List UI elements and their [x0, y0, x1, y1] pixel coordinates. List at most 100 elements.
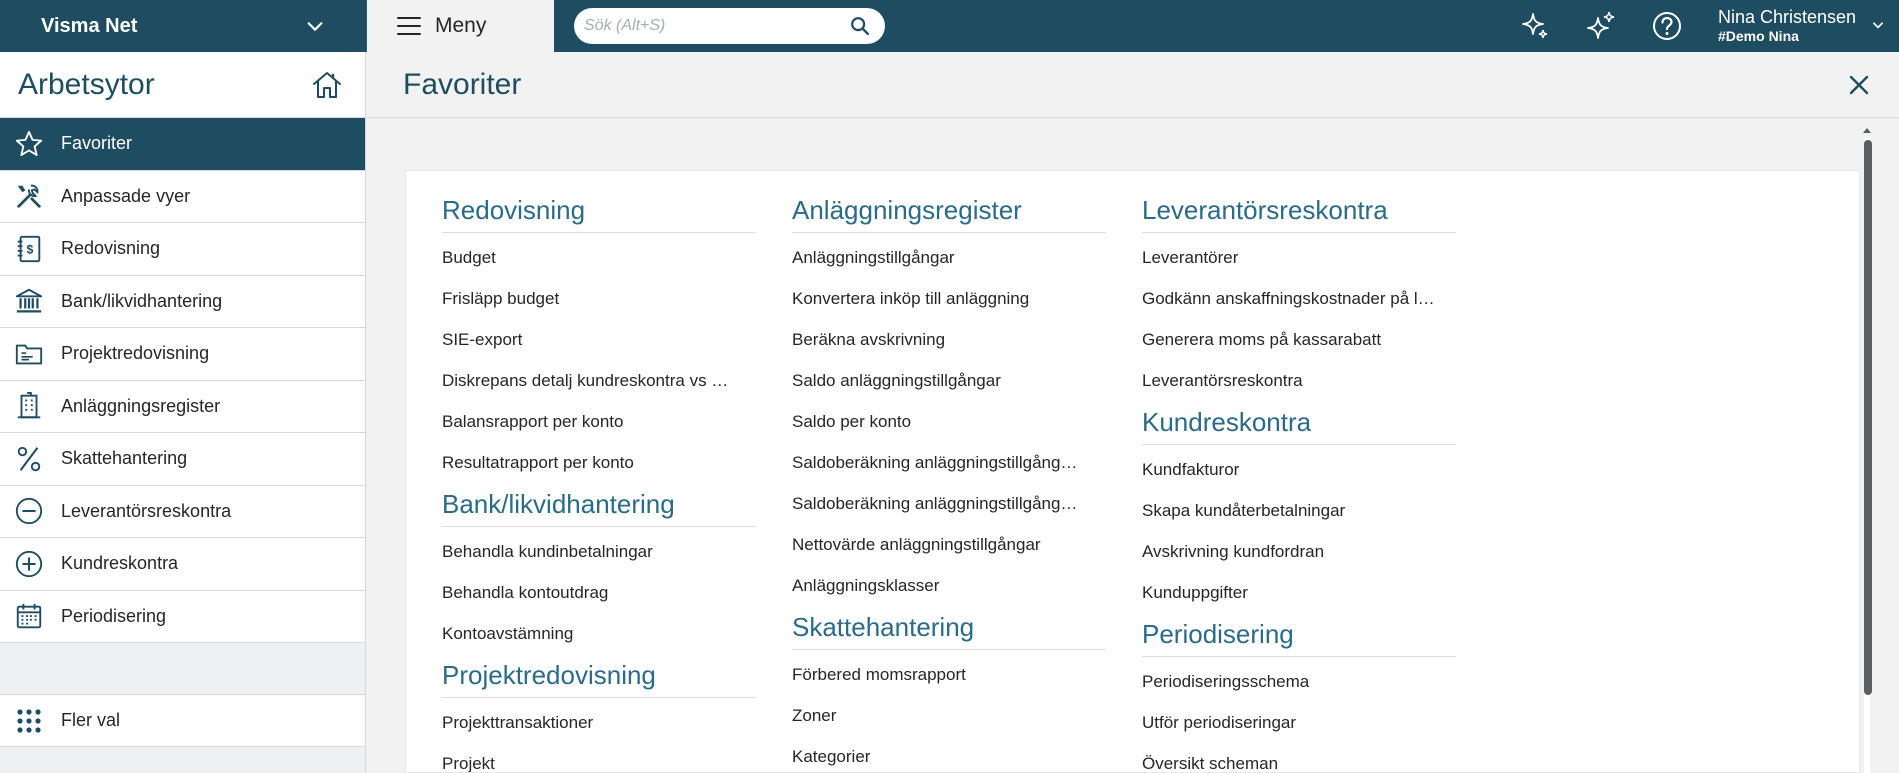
favorite-link[interactable]: Leverantörsreskontra	[1142, 366, 1456, 407]
more-options-button[interactable]: Fler val	[0, 695, 365, 747]
top-bar: Visma Net Meny Nina Christensen #Demo Ni…	[0, 0, 1899, 52]
sidebar-title: Arbetsytor	[18, 67, 155, 101]
favorite-link[interactable]: Konvertera inköp till anläggning	[792, 284, 1106, 325]
sidebar-item-bank[interactable]: Bank/likvidhantering	[0, 275, 365, 328]
favorite-link[interactable]: Resultatrapport per konto	[442, 448, 756, 489]
favorite-link[interactable]: Diskrepans detalj kundreskontra vs …	[442, 366, 756, 407]
bank-icon	[15, 289, 43, 313]
favorite-link[interactable]: Saldoberäkning anläggningstillgång…	[792, 489, 1106, 530]
sidebar-item-kundreskontra[interactable]: Kundreskontra	[0, 538, 365, 591]
help-button[interactable]	[1634, 0, 1700, 52]
favorite-link[interactable]: Utför periodiseringar	[1142, 708, 1456, 749]
favorite-link[interactable]: Behandla kontoutdrag	[442, 578, 756, 619]
folder-icon	[15, 344, 43, 365]
sidebar-item-label: Leverantörsreskontra	[61, 500, 232, 521]
favorite-link[interactable]: Beräkna avskrivning	[792, 325, 1106, 366]
chevron-down-icon	[1873, 22, 1883, 29]
user-menu[interactable]: Nina Christensen #Demo Nina	[1714, 0, 1899, 52]
sidebar-item-projektredovisning[interactable]: Projektredovisning	[0, 328, 365, 381]
menu-button[interactable]: Meny	[367, 0, 554, 52]
favorite-link[interactable]: Budget	[442, 243, 756, 284]
sidebar-item-periodisering[interactable]: Periodisering	[0, 590, 365, 643]
favorite-link[interactable]: Anläggningsklasser	[792, 571, 1106, 612]
favorite-link[interactable]: Saldoberäkning anläggningstillgång…	[792, 448, 1106, 489]
favorites-panel: Redovisning Budget Frisläpp budget SIE-e…	[405, 170, 1860, 773]
close-icon	[1849, 75, 1869, 94]
favorites-section-projektredovisning: Projektredovisning Projekttransaktioner …	[442, 660, 756, 772]
company-name: Visma Net	[41, 14, 138, 37]
favorite-link[interactable]: Översikt scheman	[1142, 749, 1456, 772]
scrollbar[interactable]	[1860, 126, 1874, 773]
menu-label: Meny	[435, 14, 487, 37]
favorite-link[interactable]: Kategorier	[792, 742, 1106, 772]
favorite-link[interactable]: Projekttransaktioner	[442, 708, 756, 749]
sidebar-item-label: Projektredovisning	[61, 343, 210, 364]
favorite-link[interactable]: SIE-export	[442, 325, 756, 366]
tools-icon	[17, 184, 41, 208]
percent-icon	[17, 446, 41, 471]
grid-icon	[17, 708, 41, 733]
section-title: Skattehantering	[792, 612, 1106, 650]
sidebar-item-anlaggningsregister[interactable]: Anläggningsregister	[0, 380, 365, 433]
sidebar-item-favoriter[interactable]: Favoriter	[0, 118, 365, 171]
favorite-link[interactable]: Balansrapport per konto	[442, 407, 756, 448]
sidebar-item-label: Bank/likvidhantering	[61, 290, 223, 311]
help-icon	[1653, 12, 1681, 40]
sidebar-header: Arbetsytor	[0, 52, 365, 118]
sidebar-item-label: Redovisning	[61, 238, 161, 259]
favorite-link[interactable]: Anläggningstillgångar	[792, 243, 1106, 284]
section-title: Periodisering	[1142, 619, 1456, 657]
section-title: Redovisning	[442, 195, 756, 233]
favorite-link[interactable]: Saldo anläggningstillgångar	[792, 366, 1106, 407]
sidebar-item-redovisning[interactable]: $ Redovisning	[0, 223, 365, 276]
sparkles-icon	[1587, 11, 1615, 39]
assistant-button[interactable]	[1502, 0, 1568, 52]
favorite-link[interactable]: Leverantörer	[1142, 243, 1456, 284]
favorites-column-1: Redovisning Budget Frisläpp budget SIE-e…	[442, 195, 756, 772]
favorite-link[interactable]: Kundfakturor	[1142, 455, 1456, 496]
ledger-icon: $	[17, 235, 41, 262]
sidebar-item-skattehantering[interactable]: Skattehantering	[0, 433, 365, 486]
favorites-section-skattehantering: Skattehantering Förbered momsrapport Zon…	[792, 612, 1106, 772]
top-icons: Nina Christensen #Demo Nina	[1502, 0, 1899, 52]
sidebar-item-label: Favoriter	[61, 133, 133, 154]
favorites-section-anlaggningsregister: Anläggningsregister Anläggningstillgånga…	[792, 195, 1106, 612]
favorite-link[interactable]: Generera moms på kassarabatt	[1142, 325, 1456, 366]
workspaces-sidebar: Arbetsytor Favoriter Anpassade vyer $ Re…	[0, 52, 366, 773]
search-icon[interactable]	[849, 15, 871, 37]
search-input[interactable]	[584, 17, 849, 35]
sidebar-item-label: Skattehantering	[61, 448, 188, 469]
page-title: Favoriter	[403, 67, 522, 101]
sidebar-item-leverantorsreskontra[interactable]: Leverantörsreskontra	[0, 485, 365, 538]
favorite-link[interactable]: Avskrivning kundfordran	[1142, 537, 1456, 578]
sparkle-icon	[1522, 13, 1548, 39]
favorite-link[interactable]: Kontoavstämning	[442, 619, 756, 660]
favorite-link[interactable]: Godkänn anskaffningskostnader på l…	[1142, 284, 1456, 325]
company-selector[interactable]: Visma Net	[0, 0, 367, 52]
favorite-link[interactable]: Periodiseringsschema	[1142, 667, 1456, 708]
scrollbar-thumb[interactable]	[1864, 140, 1872, 695]
favorite-link[interactable]: Zoner	[792, 701, 1106, 742]
favorite-link[interactable]: Frisläpp budget	[442, 284, 756, 325]
favorite-link[interactable]: Skapa kundåterbetalningar	[1142, 496, 1456, 537]
scroll-up-icon[interactable]	[1862, 126, 1872, 134]
favorite-link[interactable]: Nettovärde anläggningstillgångar	[792, 530, 1106, 571]
close-button[interactable]	[1843, 69, 1875, 101]
favorites-section-leverantorsreskontra: Leverantörsreskontra Leverantörer Godkän…	[1142, 195, 1456, 407]
star-icon	[15, 130, 43, 156]
hamburger-icon	[397, 17, 421, 35]
calendar-icon	[16, 604, 42, 629]
section-title: Anläggningsregister	[792, 195, 1106, 233]
favorite-link[interactable]: Förbered momsrapport	[792, 660, 1106, 701]
search-box	[574, 8, 885, 44]
whats-new-button[interactable]	[1568, 0, 1634, 52]
sidebar-item-label: Anläggningsregister	[61, 395, 221, 416]
sidebar-item-anpassade-vyer[interactable]: Anpassade vyer	[0, 170, 365, 223]
favorite-link[interactable]: Saldo per konto	[792, 407, 1106, 448]
section-title: Projektredovisning	[442, 660, 756, 698]
home-icon[interactable]	[311, 69, 343, 101]
favorite-link[interactable]: Behandla kundinbetalningar	[442, 537, 756, 578]
sidebar-item-label: Kundreskontra	[61, 553, 179, 574]
favorite-link[interactable]: Kunduppgifter	[1142, 578, 1456, 619]
favorite-link[interactable]: Projekt	[442, 749, 756, 772]
